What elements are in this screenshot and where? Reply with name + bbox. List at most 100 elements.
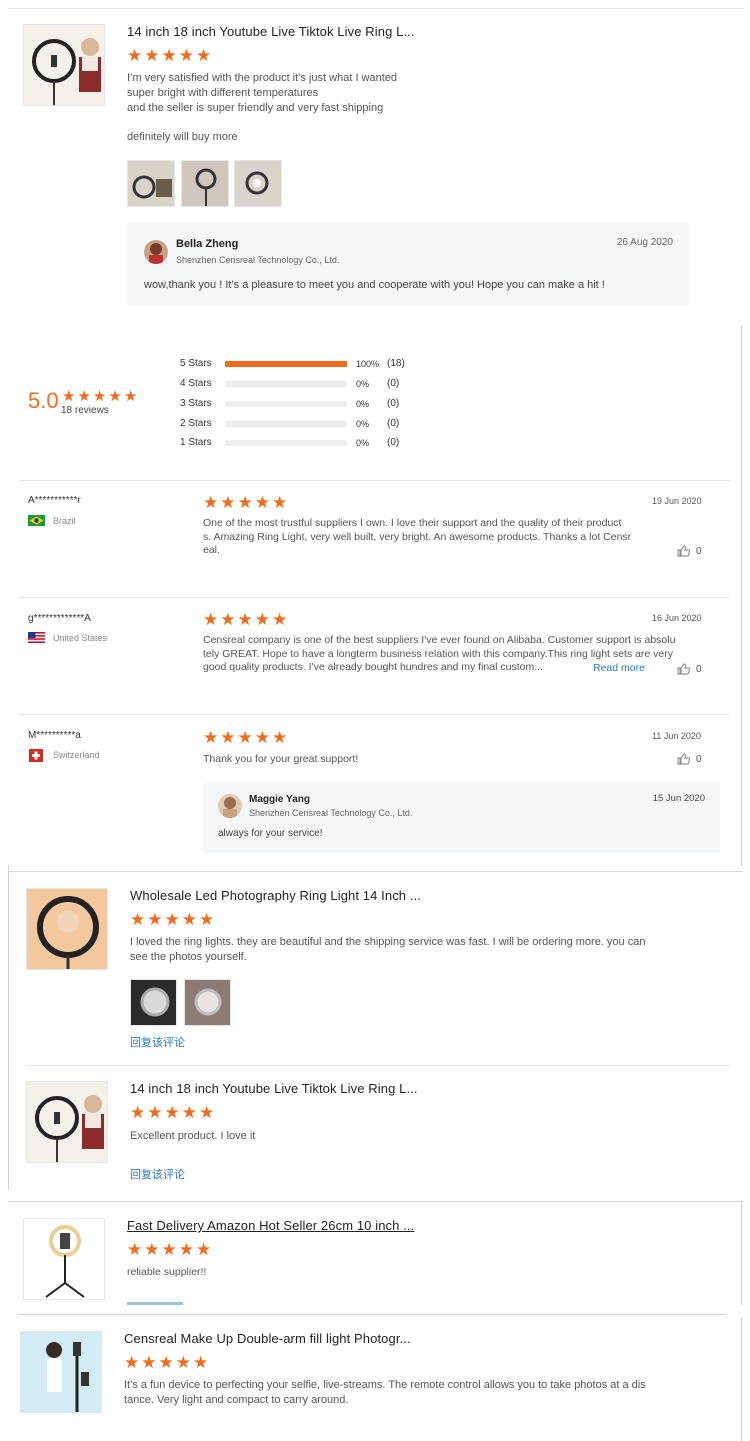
review-photo[interactable] [130,979,177,1026]
star-icon: ★ [124,1353,140,1372]
review-text: Excellent product. I love it [130,1130,256,1142]
review-line: I loved the ring lights. they are beauti… [130,936,646,948]
star-icon: ★ [127,46,143,65]
star-icon: ★ [199,910,215,929]
product-thumbnail[interactable] [23,1218,105,1300]
star-icon: ★ [130,910,146,929]
product-thumbnail[interactable] [26,1081,108,1163]
rating-row-percent: 0% [356,438,370,448]
star-icon: ★ [254,610,270,629]
reply-to-review-link[interactable]: 回复该评论 [130,1034,185,1050]
like-button[interactable]: 0 [677,545,702,557]
star-icon: ★ [203,493,219,512]
star-icon: ★ [164,910,180,929]
rating-stars: ★ ★ ★ ★ ★ [127,47,211,64]
rating-stars: ★ ★ ★ ★ ★ [203,494,287,511]
like-button[interactable]: 0 [677,753,702,765]
rating-bar [225,361,347,367]
rating-bar [225,401,347,407]
star-icon: ★ [147,1103,163,1122]
review-line: see the photos yourself. [130,951,247,963]
buyer-country: United States [53,633,108,643]
reply-date: 15 Jun 2020 [652,793,705,804]
review-photo[interactable] [127,160,175,207]
product-thumbnail[interactable] [26,888,108,970]
product-title[interactable]: 14 inch 18 inch Youtube Live Tiktok Live… [127,24,415,39]
rating-stars: ★ ★ ★ ★ ★ [124,1354,208,1371]
star-icon: ★ [158,1353,174,1372]
star-icon: ★ [203,610,219,629]
review-photo[interactable] [181,160,229,207]
rating-row-count: (0) [387,378,400,389]
buyer-name: M**********a [28,730,81,741]
product-thumbnail[interactable] [20,1331,102,1413]
rating-row-label[interactable]: 3 Stars [180,398,212,409]
rating-row-count: (0) [387,418,400,429]
star-icon: ★ [272,728,288,747]
star-icon: ★ [144,1240,160,1259]
reply-to-review-link[interactable]: 回复该评论 [130,1166,185,1182]
rating-row-label[interactable]: 5 Stars [180,358,212,369]
star-icon: ★ [254,493,270,512]
star-icon: ★ [193,1353,209,1372]
review-line: definitely will buy more [127,131,238,143]
star-icon: ★ [196,46,212,65]
review-date: 16 Jun 2020 [652,613,702,623]
review-text: It’s a fun device to perfecting your sel… [124,1378,684,1408]
rating-row-percent: 100% [356,359,380,369]
star-icon: ★ [127,1240,143,1259]
rating-bar [225,421,347,427]
average-stars: ★ ★ ★ ★ ★ [62,389,137,404]
star-icon: ★ [144,46,160,65]
review-photo[interactable] [184,979,231,1026]
product-title[interactable]: 14 inch 18 inch Youtube Live Tiktok Live… [130,1081,418,1096]
review-line: eal. [203,544,220,556]
buyer-country: Brazil [53,516,76,526]
product-title[interactable]: Fast Delivery Amazon Hot Seller 26cm 10 … [127,1218,414,1233]
buyer-name: g*************A [28,613,91,624]
rating-bar [225,440,347,446]
buyer-country: Switzerland [53,750,100,760]
brazil-flag-icon [28,515,45,526]
seller-reply: Maggie Yang Shenzhen Censreal Technology… [203,782,720,853]
star-icon: ★ [175,1353,191,1372]
star-icon: ★ [108,388,122,405]
thumbs-up-icon [677,753,690,765]
average-score: 5.0 [28,388,59,413]
rating-row-label[interactable]: 4 Stars [180,378,212,389]
switzerland-flag-icon [29,749,43,762]
rating-row-label[interactable]: 1 Stars [180,437,212,448]
star-icon: ★ [161,1240,177,1259]
review-text: Thank you for your great support! [203,753,359,765]
review-text: I loved the ring lights. they are beauti… [130,935,690,965]
rating-row-label[interactable]: 2 Stars [180,418,212,429]
rating-stars: ★ ★ ★ ★ ★ [130,1104,214,1121]
review-line: s. Amazing Ring Light, very well built, … [203,530,632,543]
review-line: super bright with different temperatures [127,87,319,99]
reply-text: always for your service! [218,828,323,839]
star-icon: ★ [130,1103,146,1122]
star-icon: ★ [196,1240,212,1259]
star-icon: ★ [77,388,91,405]
star-icon: ★ [181,1103,197,1122]
product-title[interactable]: Censreal Make Up Double-arm fill light P… [124,1331,411,1346]
avatar [144,240,168,264]
star-icon: ★ [92,388,107,405]
read-more-link[interactable]: Read more [593,662,645,674]
product-thumbnail[interactable] [23,24,105,106]
star-icon: ★ [237,728,253,747]
rating-bar [225,381,347,387]
review-line: I’m very satisfied with the product it’s… [127,72,398,84]
rating-stars: ★ ★ ★ ★ ★ [203,611,287,628]
star-icon: ★ [181,910,197,929]
rating-row-count: (18) [387,358,405,369]
star-icon: ★ [237,493,253,512]
star-icon: ★ [220,728,236,747]
reply-company: Shenzhen Censreal Technology Co., Ltd. [249,808,413,818]
thumbs-up-icon [677,545,690,557]
star-icon: ★ [199,1103,215,1122]
review-line [127,116,527,130]
like-button[interactable]: 0 [677,663,702,675]
review-photo[interactable] [234,160,282,207]
product-title[interactable]: Wholesale Led Photography Ring Light 14 … [130,888,421,903]
